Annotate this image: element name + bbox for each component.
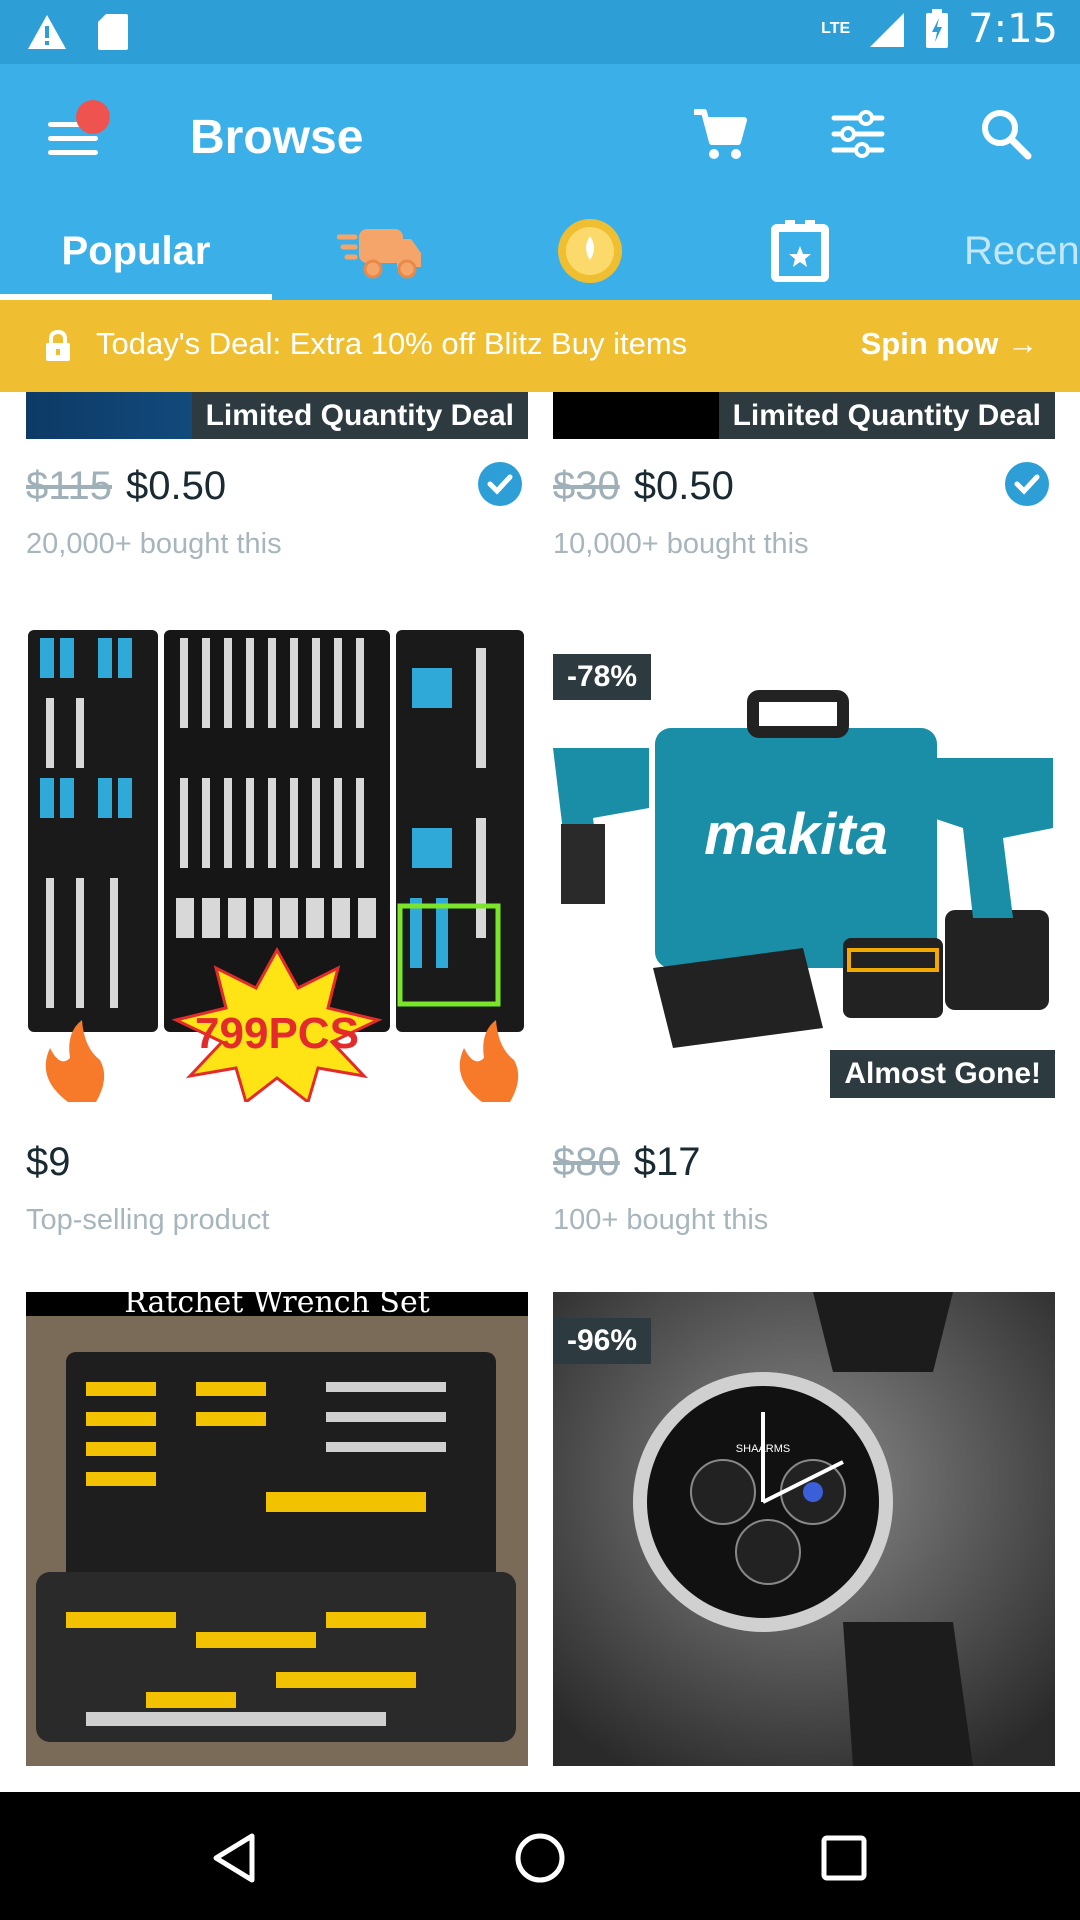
sale-price: $0.50 <box>126 464 227 508</box>
tab-popular[interactable]: Popular <box>0 202 272 300</box>
back-icon[interactable] <box>206 1828 266 1888</box>
price-row: $30 $0.50 <box>553 464 734 509</box>
product-image-text: 799PCS <box>195 1009 359 1058</box>
lock-icon <box>46 330 70 361</box>
limited-deal-badge: Limited Quantity Deal <box>191 392 528 439</box>
deal-text: Today's Deal: Extra 10% off Blitz Buy it… <box>96 326 688 361</box>
battery-charging-icon <box>926 9 949 48</box>
discount-badge: -96% <box>553 1318 652 1364</box>
product-image[interactable]: Limited Quantity Deal <box>26 392 528 439</box>
verified-check-icon <box>1005 462 1049 506</box>
signal-icon <box>870 13 905 47</box>
status-bar: LTE 7:15 <box>0 0 1080 64</box>
menu-line <box>48 136 98 141</box>
notification-dot <box>76 100 110 134</box>
product-image-text: makita <box>704 802 888 867</box>
search-icon[interactable] <box>976 104 1036 164</box>
system-nav-bar <box>0 1792 1080 1920</box>
tab-recent[interactable]: Recen <box>964 202 1080 300</box>
product-image[interactable]: 799PCS <box>26 628 528 1102</box>
cart-icon[interactable] <box>690 104 750 164</box>
limited-deal-badge: Limited Quantity Deal <box>718 392 1055 439</box>
almost-gone-badge: Almost Gone! <box>830 1050 1055 1098</box>
product-card[interactable]: makita -78% Almost Gone! $80 $17 100+ bou… <box>553 628 1055 1236</box>
product-card[interactable]: Ratchet Wrench Set <box>26 1292 528 1766</box>
recents-icon[interactable] <box>814 1828 874 1888</box>
product-card[interactable]: Limited Quantity Deal $115 $0.50 20,000+ … <box>26 392 528 562</box>
original-price: $30 <box>553 464 620 508</box>
price-row: $115 $0.50 <box>26 464 226 509</box>
filter-icon[interactable] <box>828 104 888 164</box>
menu-button[interactable] <box>46 100 110 164</box>
original-price: $115 <box>26 464 113 508</box>
purchase-count: 100+ bought this <box>553 1204 769 1236</box>
spin-now-link[interactable]: Spin now → <box>861 326 1038 362</box>
purchase-count: 10,000+ bought this <box>553 528 809 560</box>
menu-line <box>48 150 98 155</box>
product-card[interactable]: SHAARMS -96% <box>553 1292 1055 1766</box>
sale-price: $0.50 <box>633 464 734 508</box>
price-row: $80 $17 <box>553 1140 701 1185</box>
product-image[interactable]: Ratchet Wrench Set <box>26 1292 528 1766</box>
tab-label: Recen <box>964 228 1080 273</box>
app-bar: Browse Popular Recen <box>0 64 1080 300</box>
tab-label: Popular <box>61 228 211 273</box>
badge-icon <box>771 220 829 282</box>
deal-banner[interactable]: Today's Deal: Extra 10% off Blitz Buy it… <box>0 300 1080 392</box>
discount-badge: -78% <box>553 654 652 700</box>
product-image-caption: Ratchet Wrench Set <box>124 1292 430 1320</box>
ratchet-set-image: Ratchet Wrench Set <box>26 1292 528 1766</box>
product-card[interactable]: 799PCS $9 Top-selling product <box>26 628 528 1236</box>
purchase-count: Top-selling product <box>26 1204 270 1236</box>
category-tabs: Popular Recen <box>0 202 1080 300</box>
product-grid: Limited Quantity Deal $115 $0.50 20,000+ … <box>0 392 1080 1792</box>
tab-deals[interactable] <box>750 202 850 300</box>
tool-set-image: 799PCS <box>28 630 524 1102</box>
product-card[interactable]: Limited Quantity Deal $30 $0.50 10,000+ b… <box>553 392 1055 562</box>
price-row: $9 <box>26 1140 71 1185</box>
coin-icon <box>558 219 622 283</box>
page-title: Browse <box>190 111 364 164</box>
home-icon[interactable] <box>510 1828 570 1888</box>
product-image[interactable]: Limited Quantity Deal <box>553 392 1055 439</box>
verified-check-icon <box>478 462 522 506</box>
product-image[interactable]: makita -78% Almost Gone! <box>553 628 1055 1102</box>
clock: 7:15 <box>968 6 1058 52</box>
network-type: LTE <box>821 20 851 37</box>
original-price: $80 <box>553 1140 620 1184</box>
tab-rewards[interactable] <box>540 202 640 300</box>
tab-shipping[interactable] <box>320 202 440 300</box>
truck-icon <box>337 229 421 279</box>
sale-price: $17 <box>633 1140 701 1184</box>
sd-card-icon <box>98 14 128 50</box>
sale-price: $9 <box>26 1140 71 1184</box>
product-image-text: SHAARMS <box>736 1443 790 1455</box>
product-image[interactable]: SHAARMS -96% <box>553 1292 1055 1766</box>
warning-icon <box>28 15 66 49</box>
purchase-count: 20,000+ bought this <box>26 528 282 560</box>
